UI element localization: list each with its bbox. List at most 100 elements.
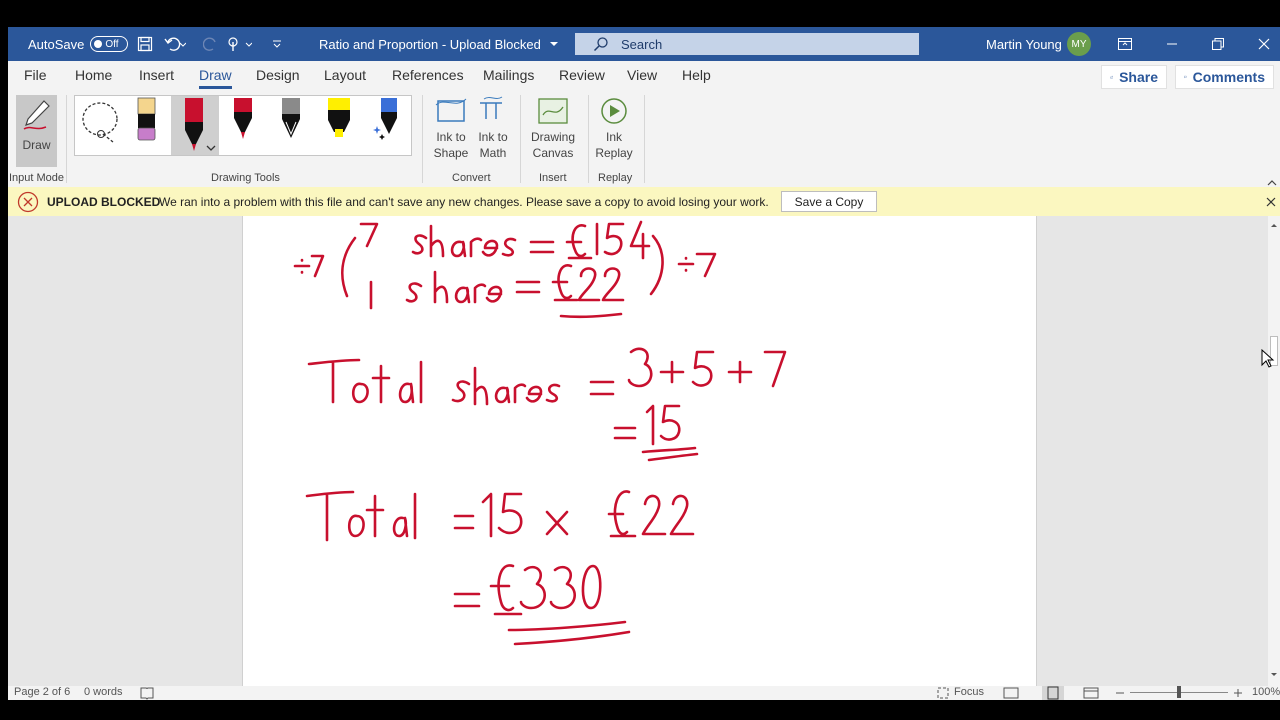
handwritten-ink	[293, 220, 787, 646]
touch-mode-icon[interactable]	[224, 27, 254, 61]
pen-icon	[234, 98, 252, 139]
customize-qat-icon[interactable]	[262, 27, 292, 61]
restore-icon[interactable]	[1203, 27, 1233, 61]
toggle-knob	[94, 40, 103, 48]
pencil-tool[interactable]	[277, 96, 305, 155]
scroll-down-icon[interactable]	[1268, 670, 1280, 680]
collapse-ribbon-icon[interactable]	[1266, 175, 1278, 186]
tab-mailings[interactable]: Mailings	[483, 67, 534, 83]
autosave-state: Off	[105, 38, 119, 50]
ink-to-math-button[interactable]: Ink to Math	[472, 95, 514, 167]
autosave-label: AutoSave	[28, 36, 85, 52]
tab-design[interactable]: Design	[256, 67, 300, 83]
word-window: AutoSave Off Ratio and Proportion - Uplo…	[8, 27, 1280, 700]
focus-mode-button[interactable]: Focus	[936, 686, 984, 700]
ink-replay-icon	[601, 98, 627, 124]
search-icon	[593, 37, 608, 52]
web-layout-icon[interactable]	[1083, 686, 1099, 700]
group-separator	[520, 95, 521, 183]
focus-icon	[937, 687, 949, 699]
red-pen-icon	[185, 98, 216, 151]
draw-mode-button[interactable]: Draw	[16, 95, 57, 167]
page-count[interactable]: Page 2 of 6	[14, 686, 70, 700]
document-page[interactable]	[242, 216, 1037, 686]
ribbon-draw: Draw Input Mode Drawing Tools Ink to Sha…	[8, 91, 1280, 188]
vertical-scrollbar[interactable]	[1268, 216, 1280, 686]
comment-icon	[1184, 75, 1187, 79]
drawing-canvas-button[interactable]: Drawing Canvas	[530, 95, 576, 167]
autosave-control[interactable]: AutoSave Off	[28, 27, 129, 61]
draw-label: Draw	[22, 138, 51, 152]
ink-line-total-shares	[307, 347, 787, 406]
convert-group-label: Convert	[452, 172, 491, 184]
eraser-icon	[137, 97, 156, 141]
message-text: We ran into a problem with this file and…	[159, 194, 769, 209]
word-count[interactable]: 0 words	[84, 686, 123, 700]
pen-red-tool[interactable]	[229, 96, 257, 155]
zoom-in-icon[interactable]	[1232, 686, 1244, 700]
highlighter-tool[interactable]	[325, 96, 353, 155]
mouse-cursor-icon	[1261, 349, 1275, 368]
zoom-level[interactable]: 100%	[1252, 686, 1280, 700]
tab-references[interactable]: References	[392, 67, 464, 83]
zoom-slider[interactable]	[1130, 686, 1228, 700]
search-box[interactable]: Search	[575, 33, 919, 55]
ribbon-display-options-icon[interactable]	[1110, 27, 1140, 61]
ink-to-shape-label-2: Shape	[433, 146, 469, 160]
save-a-copy-button[interactable]: Save a Copy	[781, 191, 877, 212]
share-icon	[1110, 75, 1113, 79]
dismiss-message-icon[interactable]	[1266, 187, 1276, 216]
avatar: MY	[1067, 32, 1091, 56]
ink-line-equals-15	[613, 404, 699, 462]
eraser-tool[interactable]	[133, 96, 161, 155]
tab-home[interactable]: Home	[75, 67, 112, 83]
drawing-canvas-icon	[538, 98, 568, 124]
lasso-select-tool[interactable]	[79, 96, 123, 155]
group-separator	[422, 95, 423, 183]
user-avatar-wrap[interactable]: MY	[1067, 27, 1091, 61]
save-icon[interactable]	[130, 27, 160, 61]
scroll-up-icon[interactable]	[1268, 220, 1280, 230]
redo-icon[interactable]	[196, 27, 226, 61]
tab-draw[interactable]: Draw	[199, 67, 232, 89]
drawing-canvas-label-2: Canvas	[532, 146, 574, 160]
ink-to-math-label-1: Ink to	[478, 130, 508, 144]
comments-button[interactable]: Comments	[1175, 65, 1274, 89]
ink-replay-label-2: Replay	[595, 146, 633, 160]
chevron-down-icon	[549, 42, 558, 46]
ink-replay-button[interactable]: Ink Replay	[592, 95, 636, 167]
highlighter-icon	[328, 98, 350, 137]
action-pen-tool[interactable]	[373, 96, 401, 155]
draw-pen-icon	[23, 100, 50, 130]
close-icon[interactable]	[1249, 27, 1279, 61]
user-name[interactable]: Martin Young	[986, 27, 1062, 61]
ink-to-math-icon	[480, 96, 503, 119]
focus-label: Focus	[954, 686, 984, 698]
tab-review[interactable]: Review	[559, 67, 605, 83]
tab-file[interactable]: File	[24, 67, 47, 83]
undo-icon[interactable]	[160, 27, 190, 61]
pen-red-selected[interactable]	[171, 96, 219, 155]
lasso-icon	[82, 102, 118, 143]
tab-insert[interactable]: Insert	[139, 67, 174, 83]
title-bar: AutoSave Off Ratio and Proportion - Uplo…	[8, 27, 1280, 61]
ink-line-7-shares	[293, 220, 717, 298]
ink-to-shape-button[interactable]: Ink to Shape	[430, 95, 472, 167]
zoom-out-icon[interactable]	[1114, 686, 1126, 700]
tab-view[interactable]: View	[627, 67, 657, 83]
print-layout-icon[interactable]	[1042, 686, 1064, 700]
minimize-icon[interactable]	[1157, 27, 1187, 61]
status-bar: Page 2 of 6 0 words Focus 100%	[8, 686, 1280, 700]
autosave-toggle[interactable]: Off	[90, 36, 129, 52]
share-button[interactable]: Share	[1101, 65, 1167, 89]
message-title: UPLOAD BLOCKED	[47, 194, 161, 209]
sparkle-pen-icon	[373, 98, 397, 140]
tab-help[interactable]: Help	[682, 67, 711, 83]
read-mode-icon[interactable]	[1003, 686, 1019, 700]
search-placeholder: Search	[621, 36, 663, 52]
document-title[interactable]: Ratio and Proportion - Upload Blocked	[319, 27, 561, 61]
proofing-icon[interactable]	[140, 686, 154, 700]
tab-layout[interactable]: Layout	[324, 67, 366, 83]
zoom-thumb[interactable]	[1177, 686, 1181, 698]
document-title-text: Ratio and Proportion - Upload Blocked	[319, 36, 541, 52]
